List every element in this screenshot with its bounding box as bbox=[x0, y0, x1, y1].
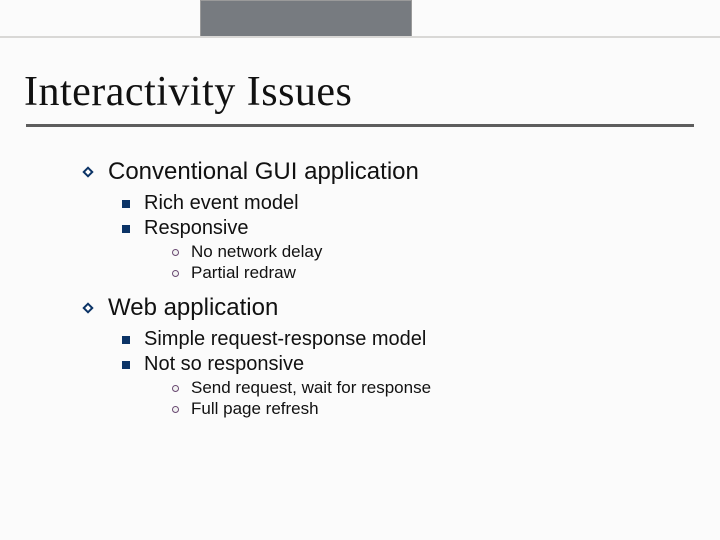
bullet-level3: No network delay bbox=[172, 242, 431, 262]
bullet-level2: Not so responsive bbox=[122, 353, 431, 376]
bullet-level3: Partial redraw bbox=[172, 263, 431, 283]
square-icon bbox=[122, 336, 130, 344]
bullet-text: No network delay bbox=[191, 242, 322, 262]
bullet-level3: Send request, wait for response bbox=[172, 378, 431, 398]
diamond-icon bbox=[80, 164, 96, 180]
bullet-level1: Conventional GUI application bbox=[80, 158, 431, 186]
bullet-level3: Full page refresh bbox=[172, 399, 431, 419]
square-icon bbox=[122, 361, 130, 369]
dot-icon bbox=[172, 406, 179, 413]
square-icon bbox=[122, 200, 130, 208]
bullet-level1: Web application bbox=[80, 294, 431, 322]
bullet-level2: Responsive bbox=[122, 217, 431, 240]
bullet-text: Conventional GUI application bbox=[108, 158, 419, 186]
dot-icon bbox=[172, 270, 179, 277]
diamond-icon bbox=[80, 300, 96, 316]
bullet-text: Rich event model bbox=[144, 192, 299, 215]
dot-icon bbox=[172, 385, 179, 392]
title-underline bbox=[26, 124, 694, 127]
decorative-top-line bbox=[0, 36, 720, 38]
slide-title: Interactivity Issues bbox=[24, 68, 352, 116]
bullet-text: Web application bbox=[108, 294, 278, 322]
bullet-text: Not so responsive bbox=[144, 353, 304, 376]
bullet-text: Send request, wait for response bbox=[191, 378, 431, 398]
decorative-top-bar bbox=[200, 0, 412, 38]
bullet-level2: Simple request-response model bbox=[122, 328, 431, 351]
slide-body: Conventional GUI application Rich event … bbox=[80, 158, 431, 420]
square-icon bbox=[122, 225, 130, 233]
dot-icon bbox=[172, 249, 179, 256]
bullet-text: Responsive bbox=[144, 217, 249, 240]
bullet-text: Simple request-response model bbox=[144, 328, 426, 351]
bullet-level2: Rich event model bbox=[122, 192, 431, 215]
bullet-text: Partial redraw bbox=[191, 263, 296, 283]
slide: Interactivity Issues Conventional GUI ap… bbox=[0, 0, 720, 540]
bullet-text: Full page refresh bbox=[191, 399, 319, 419]
